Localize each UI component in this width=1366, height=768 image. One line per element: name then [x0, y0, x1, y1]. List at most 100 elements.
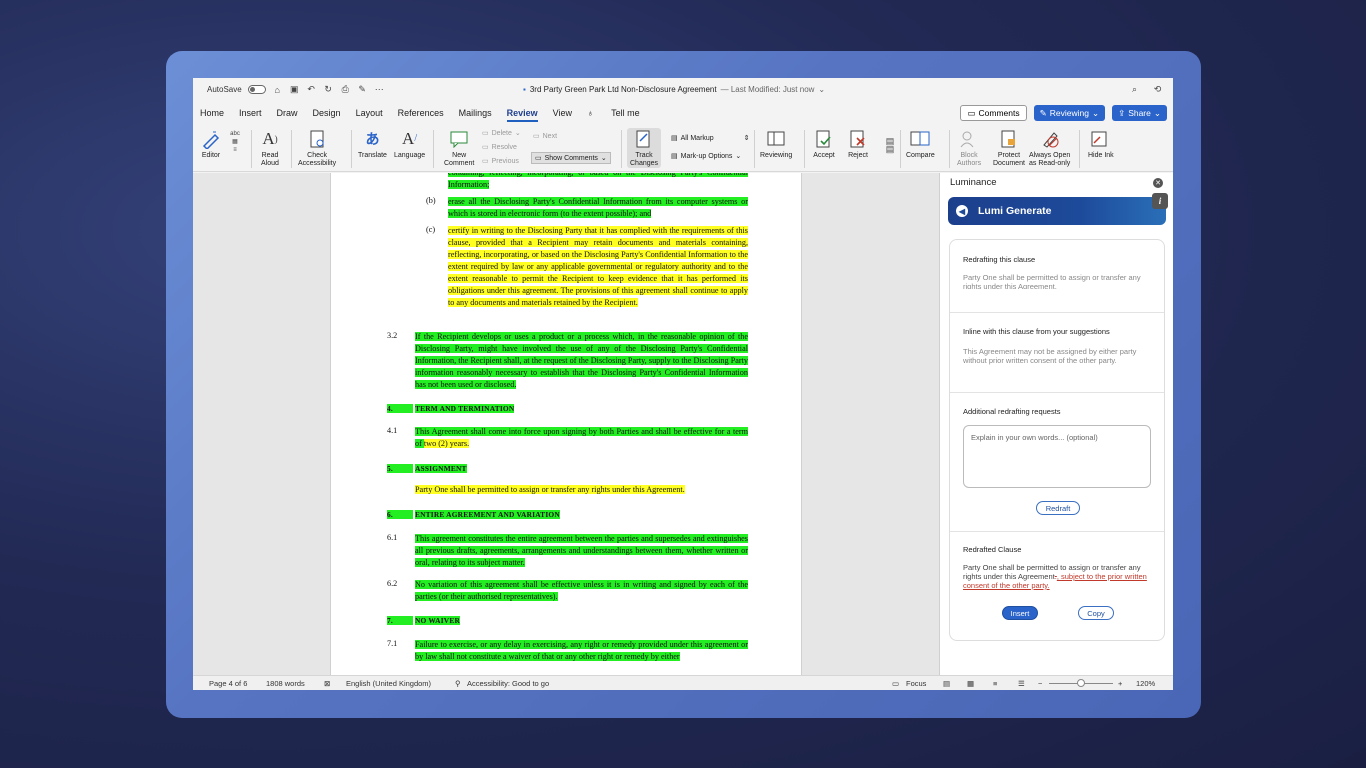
page-count[interactable]: Page 4 of 6	[209, 679, 247, 688]
next-icon: ▭	[533, 133, 540, 140]
hide-ink-label: Hide Ink	[1088, 152, 1114, 159]
tab-design[interactable]: Design	[313, 108, 341, 122]
insert-button[interactable]: Insert	[1002, 606, 1038, 620]
last-modified: — Last Modified: Just now	[720, 85, 815, 94]
always-read-only-button[interactable]: Always Open as Read-only	[1029, 128, 1070, 168]
zoom-slider-thumb[interactable]	[1077, 679, 1085, 687]
previous-comment-button[interactable]: ▭ Previous	[482, 157, 519, 166]
show-comments-label: Show Comments	[544, 154, 598, 162]
stepper-icon: ⇕	[743, 135, 750, 142]
undo-icon[interactable]: ↶	[306, 84, 317, 95]
redraft-button[interactable]: Redraft	[1036, 501, 1080, 515]
compare-button[interactable]: Compare	[906, 128, 935, 160]
read-aloud-label-2: Aloud	[261, 160, 279, 167]
editor-button[interactable]: Editor	[200, 128, 222, 160]
reviewing-button[interactable]: ✎ Reviewing ⌄	[1033, 105, 1106, 121]
read-mode-icon[interactable]: ≡	[993, 679, 997, 688]
share-button[interactable]: ⇪ Share ⌄	[1112, 105, 1167, 121]
reviewing-label: Reviewing	[1049, 108, 1089, 118]
status-bar: Page 4 of 6 1808 words ⊠ English (United…	[193, 675, 1173, 690]
zoom-level[interactable]: 120%	[1136, 679, 1155, 688]
copy-button[interactable]: Copy	[1078, 606, 1114, 620]
accessibility-status-icon: ⚲	[455, 679, 461, 688]
tab-review[interactable]: Review	[506, 108, 538, 122]
read-aloud-button[interactable]: A) Read Aloud	[259, 128, 281, 168]
outline-icon[interactable]: ☰	[1018, 679, 1025, 688]
delete-icon: ▭	[482, 130, 489, 137]
suggestions-section: Inline with this clause from your sugges…	[950, 313, 1164, 393]
redo-icon[interactable]: ↻	[323, 84, 334, 95]
check-label-1: Check	[307, 152, 327, 159]
language-status[interactable]: English (United Kingdom)	[346, 679, 431, 688]
reviewing-pane-button[interactable]: Reviewing	[760, 128, 792, 160]
section-6-heading: ENTIRE AGREEMENT AND VARIATION	[415, 510, 560, 519]
next-comment-button[interactable]: ▭ Next	[533, 132, 558, 141]
options-icon: ▤	[671, 153, 678, 160]
close-icon[interactable]: ✕	[1153, 178, 1163, 188]
protect-document-button[interactable]: Protect Document	[993, 128, 1025, 168]
track-label-2: Changes	[630, 160, 659, 167]
edit-icon[interactable]: ✎	[357, 84, 368, 95]
markup-options-button[interactable]: ▤ Mark-up Options ⌄	[671, 152, 741, 161]
accessibility-status[interactable]: Accessibility: Good to go	[467, 679, 549, 688]
comments-button[interactable]: ▭ Comments	[960, 105, 1027, 121]
redrafting-title: Redrafting this clause	[963, 255, 1036, 264]
search-icon[interactable]: ⌕	[1129, 84, 1140, 95]
reject-button[interactable]: Reject	[847, 128, 869, 160]
accept-button[interactable]: Accept	[813, 128, 835, 160]
web-layout-icon[interactable]: ▦	[967, 679, 974, 688]
home-icon[interactable]: ⌂	[272, 84, 283, 95]
document-title[interactable]: ▪ 3rd Party Green Park Ltd Non-Disclosur…	[523, 85, 825, 94]
redraft-request-input[interactable]: Explain in your own words... (optional)	[963, 425, 1151, 488]
more-icon[interactable]: ⋯	[374, 84, 385, 95]
markup-options-label: Mark-up Options	[680, 152, 733, 160]
autosave-toggle[interactable]	[247, 85, 266, 94]
tab-layout[interactable]: Layout	[356, 108, 383, 122]
document-icon: ▪	[523, 85, 526, 94]
redrafted-clause-body: Party One shall be permitted to assign o…	[963, 563, 1153, 599]
spelling-icon: abc ▦ ≡	[230, 131, 240, 153]
document-name: 3rd Party Green Park Ltd Non-Disclosure …	[529, 85, 717, 94]
back-arrow-icon[interactable]: ◀	[956, 205, 968, 217]
tab-mailings[interactable]: Mailings	[459, 108, 492, 122]
comments-label: Comments	[978, 108, 1020, 118]
show-comments-button[interactable]: ▭ Show Comments ⌄	[531, 152, 611, 164]
clause-5[interactable]: Party One shall be permitted to assign o…	[415, 484, 748, 496]
block-label-1: Block	[960, 152, 978, 159]
tab-home[interactable]: Home	[200, 108, 224, 122]
spelling-button[interactable]: abc ▦ ≡	[226, 127, 244, 159]
document-page[interactable]: containing, reflecting, incorporating, o…	[330, 173, 802, 675]
translate-button[interactable]: あ Translate	[358, 128, 387, 160]
resolve-button[interactable]: ▭ Resolve	[482, 143, 517, 152]
track-label-1: Track	[635, 152, 653, 159]
new-comment-button[interactable]: New Comment	[444, 128, 474, 168]
prev-next-change-buttons[interactable]: ▤ ▤	[879, 130, 901, 162]
print-layout-icon[interactable]: ▤	[943, 679, 950, 688]
tab-references[interactable]: References	[398, 108, 444, 122]
track-changes-button[interactable]: Track Changes	[627, 128, 662, 168]
clause-4-1-term: two (2) years.	[423, 439, 470, 448]
print-icon[interactable]: ⎙	[340, 84, 351, 95]
tell-me[interactable]: ♁ Tell me	[587, 108, 655, 122]
delete-comment-button[interactable]: ▭ Delete ⌄	[482, 129, 521, 138]
block-authors-button[interactable]: Block Authors	[957, 128, 981, 168]
check-accessibility-button[interactable]: Check Accessibility	[298, 128, 336, 168]
panel-title: Luminance	[950, 177, 997, 188]
sync-icon[interactable]: ⟲	[1152, 84, 1163, 95]
markup-select[interactable]: ▤ All Markup ⇕	[671, 134, 750, 143]
word-count[interactable]: 1808 words	[266, 679, 305, 688]
tab-insert[interactable]: Insert	[239, 108, 262, 122]
save-icon[interactable]: ▣	[289, 84, 300, 95]
tab-view[interactable]: View	[553, 108, 572, 122]
info-icon[interactable]: i	[1152, 193, 1168, 209]
language-button[interactable]: A / Language	[394, 128, 425, 160]
tab-draw[interactable]: Draw	[277, 108, 298, 122]
chevron-down-icon: ⌄	[1153, 107, 1161, 118]
next-label: Next	[542, 132, 558, 140]
hide-ink-button[interactable]: Hide Ink	[1088, 128, 1114, 160]
proofing-icon[interactable]: ⊠	[324, 679, 330, 688]
zoom-in-icon[interactable]: +	[1118, 679, 1122, 688]
clause-6-1: This agreement constitutes the entire ag…	[415, 533, 748, 569]
zoom-out-icon[interactable]: −	[1038, 679, 1042, 688]
focus-button[interactable]: Focus	[906, 679, 926, 688]
